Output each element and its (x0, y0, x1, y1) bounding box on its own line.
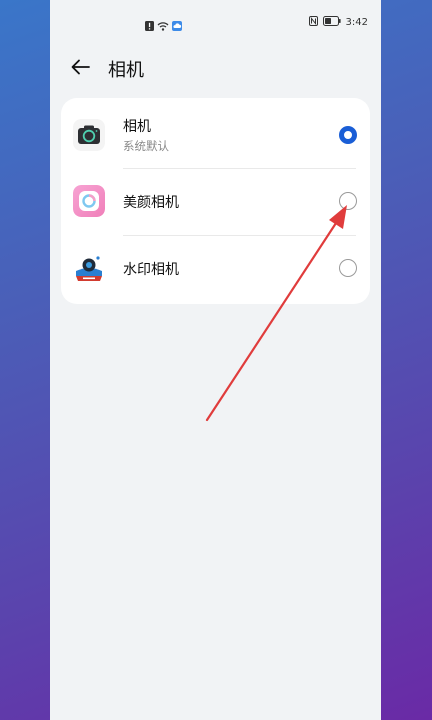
page-title: 相机 (108, 60, 144, 81)
radio-beauty-camera[interactable] (339, 192, 357, 210)
app-name: 美颜相机 (123, 195, 179, 211)
beauty-camera-app-icon (73, 185, 105, 217)
app-subtitle: 系统默认 (123, 139, 169, 153)
camera-app-icon (73, 119, 105, 151)
phone-screen: 3:42 相机 相机 系统默认 美颜相机 水印相机 (50, 0, 381, 720)
back-arrow-icon (68, 59, 94, 84)
list-item-watermark-camera[interactable]: 水印相机 (61, 236, 370, 302)
back-button[interactable] (68, 54, 94, 80)
app-name: 水印相机 (123, 262, 179, 278)
wifi-icon (157, 16, 169, 35)
header: 相机 (50, 50, 381, 84)
cloud-notification-icon (172, 16, 182, 35)
radio-watermark-camera[interactable] (339, 259, 357, 277)
radio-camera-selected[interactable] (339, 126, 357, 144)
status-right-icons: 3:42 (308, 16, 368, 29)
status-time: 3:42 (345, 17, 368, 28)
battery-icon (322, 16, 341, 29)
alert-icon (145, 16, 154, 35)
list-item-camera[interactable]: 相机 系统默认 (61, 102, 370, 168)
status-bar: 3:42 (50, 0, 381, 46)
status-left-icons (145, 16, 182, 35)
nfc-icon (308, 16, 318, 29)
default-camera-list: 相机 系统默认 美颜相机 水印相机 (61, 98, 370, 304)
list-item-beauty-camera[interactable]: 美颜相机 (61, 169, 370, 235)
watermark-camera-app-icon (73, 252, 105, 284)
app-name: 相机 (123, 119, 151, 135)
